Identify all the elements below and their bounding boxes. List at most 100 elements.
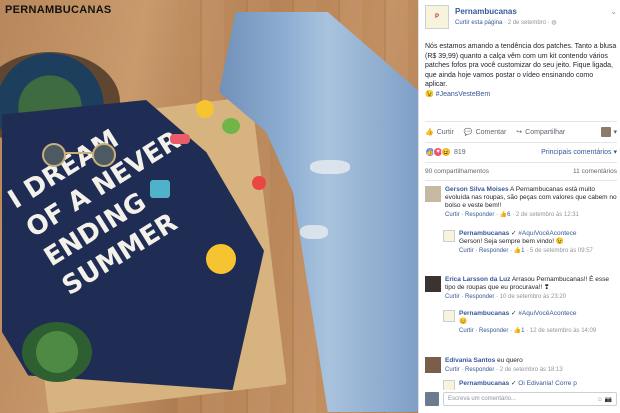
post-meta: Curtir esta página · 2 de setembro · ◍ bbox=[455, 19, 557, 26]
avatar[interactable] bbox=[425, 276, 441, 292]
comment-text: Oi Edivania! Corre p bbox=[518, 380, 577, 387]
jeans-distress bbox=[300, 225, 328, 239]
like-button[interactable]: 👍 Curtir bbox=[425, 128, 454, 137]
flower-patch bbox=[252, 176, 266, 190]
hashtag-link[interactable]: #JeansVesteBem bbox=[436, 91, 490, 98]
share-stats: 90 compartilhamentos 11 comentários bbox=[425, 168, 617, 175]
comment-time[interactable]: 2 de setembro às 18:13 bbox=[500, 367, 563, 373]
comment-text: eu quero bbox=[497, 357, 523, 364]
smile-emoji-icon: 😊 bbox=[459, 318, 468, 325]
share-label: Compartilhar bbox=[525, 128, 566, 136]
post-actions: 👍 Curtir 💬 Comentar ↪ Compartilhar ▾ bbox=[425, 124, 617, 140]
comment-meta: Curtir · Responder · 10 de setembro às 2… bbox=[445, 293, 617, 301]
brand-logo: PERNAMBUCANAS bbox=[5, 4, 112, 16]
smile-emoji-icon: 😉 bbox=[425, 90, 434, 98]
divider bbox=[425, 162, 617, 163]
hashtag-link[interactable]: #AquiVocêAcontece bbox=[518, 310, 576, 317]
comment-time[interactable]: · 12 de setembro às 14:09 bbox=[526, 328, 596, 334]
smile-emoji-icon: 😉 bbox=[555, 238, 564, 245]
post-photo[interactable]: I DREAM OF A NEVER ENDING SUMMER PERNAMB… bbox=[0, 0, 418, 413]
comment-text: Gerson! Seja sempre bem vindo! bbox=[459, 238, 555, 245]
caret-down-icon: ▾ bbox=[613, 129, 617, 136]
divider bbox=[425, 142, 617, 143]
comment-body: Gerson Silva Moises A Pernambucanas está… bbox=[445, 186, 617, 219]
post-text: Nós estamos amando a tendência dos patch… bbox=[425, 42, 617, 99]
comment-actions[interactable]: Curtir · Responder · bbox=[445, 294, 498, 300]
comment-author[interactable]: Erica Larsson da Luz bbox=[445, 276, 510, 283]
post-panel: P Pernambucanas Curtir esta página · 2 d… bbox=[418, 0, 620, 413]
comment-like-count[interactable]: 6 bbox=[507, 212, 510, 218]
comment-time[interactable]: 10 de setembro às 23:20 bbox=[500, 294, 566, 300]
reaction-count[interactable]: 819 bbox=[454, 149, 466, 156]
page-avatar[interactable]: P bbox=[425, 5, 449, 29]
comment-body: Pernambucanas ✓ Oi Edivania! Corre p bbox=[459, 380, 611, 388]
comment-author[interactable]: Edivania Santos bbox=[445, 357, 495, 364]
comment-placeholder: Escreva um comentário... bbox=[448, 396, 517, 402]
comment-body: Pernambucanas ✓ #AquiVocêAcontece 😊 Curt… bbox=[459, 310, 611, 335]
comment-actions[interactable]: Curtir · Responder · bbox=[459, 248, 512, 254]
heart-patch bbox=[170, 134, 190, 144]
verified-icon: ✓ bbox=[511, 230, 517, 237]
comment-icon: 💬 bbox=[463, 129, 473, 136]
hashtag-link[interactable]: #AquiVocêAcontece bbox=[518, 230, 576, 237]
comment-body: Pernambucanas ✓ #AquiVocêAcontece Gerson… bbox=[459, 230, 611, 255]
comment-actions[interactable]: Curtir · Responder · bbox=[459, 328, 512, 334]
chevron-down-icon[interactable]: ⌄ bbox=[610, 7, 617, 16]
comment-author[interactable]: Pernambucanas bbox=[459, 310, 509, 317]
page-name-link[interactable]: Pernambucanas bbox=[455, 7, 517, 16]
camera-icon[interactable]: 📷 bbox=[605, 397, 612, 403]
avatar[interactable] bbox=[443, 380, 455, 390]
jeans-distress bbox=[310, 160, 350, 174]
heart-eyes-emoji-icon: ❣ bbox=[544, 284, 550, 291]
comment-like-count[interactable]: 1 bbox=[521, 328, 524, 334]
comment-meta: Curtir · Responder · 👍1 · 5 de setembro … bbox=[459, 247, 611, 255]
avatar[interactable] bbox=[443, 310, 455, 322]
comment-meta: Curtir · Responder · 👍6 · 2 de setembro … bbox=[445, 211, 617, 219]
comment-author[interactable]: Pernambucanas bbox=[459, 380, 509, 387]
globe-icon: ◍ bbox=[551, 20, 557, 26]
verified-icon: ✓ bbox=[511, 310, 517, 317]
verified-icon: ✓ bbox=[511, 380, 517, 387]
small-plant bbox=[22, 322, 92, 382]
comment-input-icons: ☺ 📷 bbox=[597, 396, 612, 403]
post-body: Nós estamos amando a tendência dos patch… bbox=[425, 43, 617, 88]
write-comment: Escreva um comentário... ☺ 📷 bbox=[425, 392, 617, 408]
reactions-bar[interactable]: 👍 ♥ 😆 819 Principais comentários ▾ bbox=[425, 145, 617, 159]
emoji-icon[interactable]: ☺ bbox=[597, 397, 603, 403]
sort-comments-dropdown[interactable]: Principais comentários ▾ bbox=[541, 148, 617, 156]
comment-time[interactable]: · 5 de setembro às 09:57 bbox=[526, 248, 593, 254]
comments-count[interactable]: 11 comentários bbox=[573, 168, 617, 175]
emoji-patch bbox=[196, 100, 214, 118]
avatar[interactable] bbox=[425, 357, 441, 373]
avatar bbox=[425, 392, 439, 406]
share-button[interactable]: ↪ Compartilhar bbox=[516, 128, 566, 137]
post-date[interactable]: 2 de setembro bbox=[508, 20, 546, 26]
comment-author[interactable]: Gerson Silva Moises bbox=[445, 186, 509, 193]
comment-time[interactable]: · 2 de setembro às 12:31 bbox=[512, 212, 579, 218]
comment-body: Edivania Santos eu quero Curtir · Respon… bbox=[445, 357, 617, 374]
sunglasses-icon bbox=[42, 143, 116, 167]
avatar[interactable] bbox=[425, 186, 441, 202]
post-header: P Pernambucanas Curtir esta página · 2 d… bbox=[425, 5, 617, 35]
like-label: Curtir bbox=[436, 128, 454, 136]
avatar[interactable] bbox=[443, 230, 455, 242]
post-as-selector[interactable]: ▾ bbox=[601, 127, 617, 137]
comment-meta: Curtir · Responder · 👍1 · 12 de setembro… bbox=[459, 327, 611, 335]
comment-button[interactable]: 💬 Comentar bbox=[463, 128, 507, 137]
comment-label: Comentar bbox=[475, 128, 507, 136]
comment-actions[interactable]: Curtir · Responder · bbox=[445, 212, 498, 218]
comment-actions[interactable]: Curtir · Responder · bbox=[445, 367, 498, 373]
like-page-link[interactable]: Curtir esta página bbox=[455, 20, 502, 26]
reply-item: Pernambucanas ✓ Oi Edivania! Corre p bbox=[443, 380, 611, 390]
comment-like-count[interactable]: 1 bbox=[521, 248, 524, 254]
shares-count[interactable]: 90 compartilhamentos bbox=[425, 168, 489, 175]
comment-body: Erica Larsson da Luz Arrasou Pernambucan… bbox=[445, 276, 617, 301]
avatar bbox=[601, 127, 612, 137]
share-icon: ↪ bbox=[516, 129, 523, 136]
comment-input[interactable]: Escreva um comentário... ☺ 📷 bbox=[443, 392, 617, 406]
emoji-patch bbox=[206, 244, 236, 274]
comment-meta: Curtir · Responder · 2 de setembro às 18… bbox=[445, 366, 617, 374]
sort-label: Principais comentários bbox=[541, 149, 612, 156]
divider bbox=[425, 121, 617, 122]
comment-author[interactable]: Pernambucanas bbox=[459, 230, 509, 237]
